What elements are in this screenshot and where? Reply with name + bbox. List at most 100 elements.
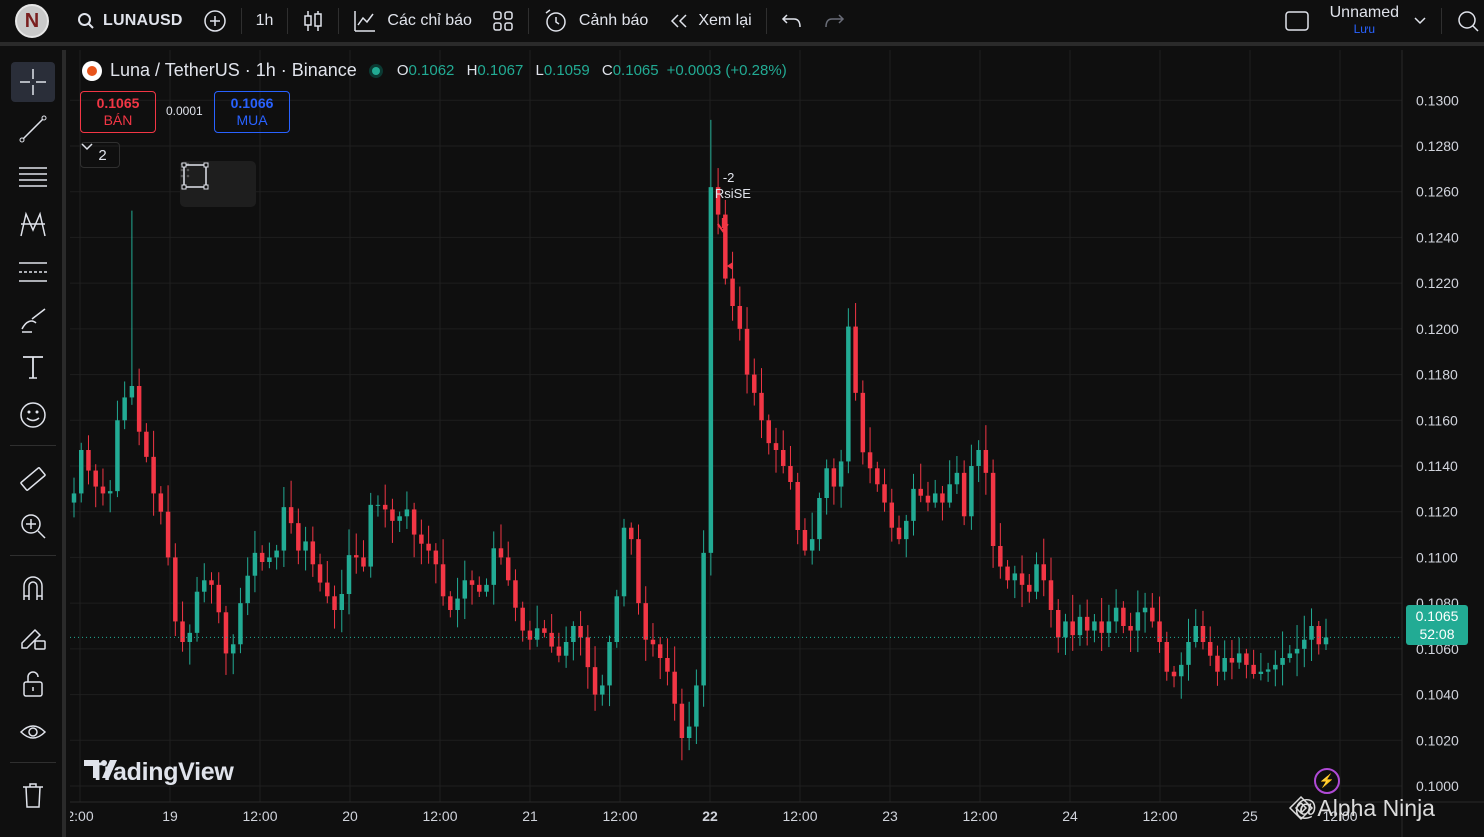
candle-body — [252, 552, 258, 576]
price-chart[interactable]: 0.1300 0.1280 0.1260 0.1240 0.1220 0.1200 0.11… — [70, 50, 1484, 837]
candle-body — [527, 630, 533, 640]
fib-lines-tool[interactable] — [11, 157, 55, 197]
candle-body — [578, 626, 583, 638]
redo-button[interactable] — [813, 2, 855, 40]
crosshair-tool[interactable] — [11, 62, 55, 102]
y-tick-label: 0.1240 — [1416, 229, 1459, 245]
interval-button[interactable]: 1h — [246, 2, 284, 40]
candle-body — [976, 450, 981, 466]
hide-drawings-tool[interactable] — [11, 712, 55, 752]
ruler-tool[interactable] — [11, 459, 55, 499]
zoom-in-icon — [21, 514, 46, 539]
magnet-tool[interactable] — [11, 569, 55, 609]
candle-body — [86, 450, 91, 471]
layout-menu-button[interactable]: Unnamed Lưu — [1320, 2, 1437, 40]
candle-body — [1186, 642, 1191, 665]
user-avatar[interactable]: N — [15, 4, 49, 38]
candle-body — [1244, 653, 1249, 665]
candle-body — [1048, 580, 1054, 610]
candle-body — [983, 450, 989, 473]
save-label[interactable]: Lưu — [1354, 21, 1375, 37]
crosshair-icon — [20, 69, 46, 95]
zoom-in-tool[interactable] — [11, 506, 55, 546]
x-tick-label: 12:00 — [1142, 808, 1177, 824]
chart-pane[interactable]: 0.1300 0.1280 0.1260 0.1240 0.1220 0.1200 0.11… — [70, 50, 1484, 837]
buy-label: MUA — [236, 112, 268, 128]
candle-body — [809, 539, 815, 551]
indicators-collapse-button[interactable]: 2 — [80, 142, 120, 168]
drawing-toolbar — [0, 50, 66, 837]
candle-body — [889, 502, 895, 528]
high-value: 0.1067 — [477, 62, 524, 79]
candle-body — [621, 527, 627, 597]
pattern-tool[interactable] — [11, 205, 55, 245]
candle-body — [1280, 658, 1285, 665]
candle-body — [1215, 655, 1220, 672]
candle-body — [1200, 626, 1206, 642]
alarm-clock-icon — [545, 9, 566, 32]
trend-line-tool[interactable] — [11, 109, 55, 149]
search-icon — [78, 13, 94, 29]
emoji-tool[interactable] — [11, 395, 55, 435]
candle-body — [795, 482, 800, 530]
series-legend: Luna / TetherUS · 1h · Binance O0.1062 H… — [82, 60, 787, 81]
candle-body — [419, 534, 424, 544]
grid-icon — [493, 11, 513, 31]
candle-body — [274, 550, 279, 558]
candle-body — [969, 466, 974, 517]
unlock-tool[interactable] — [11, 664, 55, 704]
candle-body — [1063, 621, 1068, 638]
candle-body — [867, 452, 873, 469]
series-title[interactable]: Luna / TetherUS · 1h · Binance — [110, 60, 357, 81]
quick-search-button[interactable] — [1446, 2, 1484, 40]
lock-drawing-tool[interactable] — [11, 617, 55, 657]
indicator-count: 2 — [98, 146, 107, 164]
forecast-tool[interactable] — [11, 252, 55, 292]
indicators-button[interactable]: Các chỉ báo — [343, 2, 482, 40]
candle-body — [571, 626, 576, 642]
symbol-search-button[interactable]: LUNAUSD — [67, 2, 193, 40]
undo-button[interactable] — [771, 2, 813, 40]
indicators-icon — [354, 11, 376, 32]
tradingview-logo[interactable]: TradingView — [84, 758, 234, 787]
candle-body — [773, 443, 779, 450]
buy-button[interactable]: 0.1066 MUA — [214, 91, 290, 133]
candle-body — [339, 594, 345, 610]
remove-drawings-tool[interactable] — [11, 775, 55, 815]
lightning-icon[interactable]: ⚡ — [1314, 768, 1340, 794]
candle-body — [940, 493, 945, 503]
replay-button[interactable]: Xem lại — [658, 2, 761, 40]
divider — [10, 445, 56, 446]
candle-body — [998, 546, 1003, 567]
chart-type-button[interactable] — [292, 2, 334, 40]
y-tick-label: 0.1260 — [1416, 184, 1459, 200]
candle-body — [1041, 564, 1047, 581]
x-tick-label: 22 — [702, 808, 718, 824]
x-tick-label: 12:00 — [602, 808, 637, 824]
chevron-down-icon — [81, 143, 93, 151]
rectangle-select-icon[interactable] — [180, 161, 210, 191]
divider — [527, 8, 529, 34]
candle-body — [245, 575, 250, 604]
candle-body — [686, 726, 692, 738]
x-tick-label: 12:00 — [422, 808, 457, 824]
layout-toggle-button[interactable] — [1274, 2, 1320, 40]
change-value: +0.0003 (+0.28%) — [666, 62, 787, 79]
y-tick-label: 0.1120 — [1416, 504, 1458, 520]
candle-body — [549, 632, 554, 647]
templates-button[interactable] — [482, 2, 524, 40]
candle-body — [1302, 639, 1307, 649]
candle-body — [1034, 564, 1039, 592]
brush-tool[interactable] — [11, 300, 55, 340]
alerts-button[interactable]: Cảnh báo — [533, 2, 658, 40]
candle-body — [672, 671, 677, 704]
candle-body — [390, 509, 395, 521]
candle-body — [462, 580, 468, 599]
candle-body — [1316, 626, 1322, 645]
candle-body — [1287, 653, 1293, 658]
sell-button[interactable]: 0.1065 BÁN — [80, 91, 156, 133]
compare-symbol-button[interactable] — [193, 2, 237, 40]
y-tick-label: 0.1180 — [1416, 367, 1458, 383]
text-tool[interactable] — [11, 347, 55, 387]
ohlc-values: O0.1062 H0.1067 L0.1059 C0.1065 — [389, 62, 659, 79]
